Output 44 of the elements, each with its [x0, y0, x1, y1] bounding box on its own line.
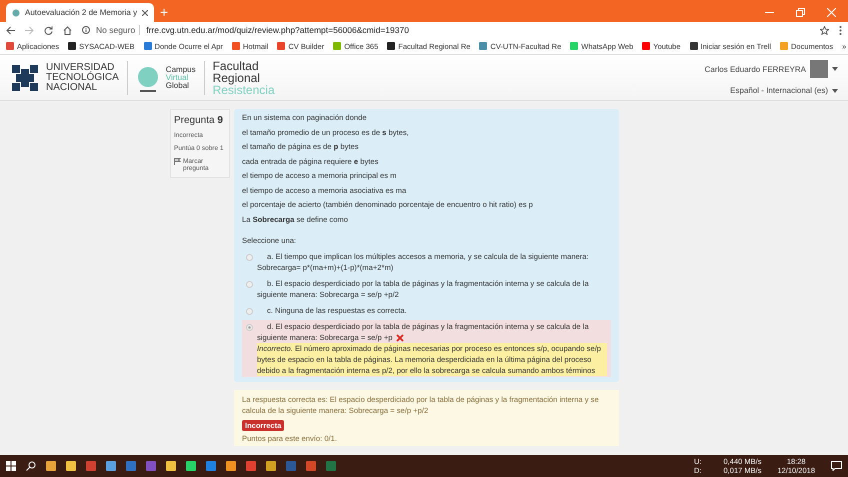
- app-icon[interactable]: [66, 461, 76, 471]
- faculty-logo[interactable]: Facultad Regional Resistencia: [212, 60, 283, 96]
- info-icon: [82, 26, 90, 34]
- campus-logo[interactable]: Campus Virtual Global: [136, 62, 204, 92]
- browser-tab[interactable]: Autoevaluación 2 de Memoria y: [6, 3, 154, 22]
- caret-icon[interactable]: [832, 88, 838, 92]
- menu-icon[interactable]: [839, 26, 842, 34]
- app-icon[interactable]: [126, 461, 136, 471]
- radio-button[interactable]: [246, 324, 253, 331]
- security-label: No seguro: [96, 25, 140, 35]
- app-icon[interactable]: [46, 461, 56, 471]
- language-menu[interactable]: Español - Internacional (es): [730, 86, 828, 95]
- app-icon[interactable]: [186, 461, 196, 471]
- url-text: frre.cvg.utn.edu.ar/mod/quiz/review.php?attempt=56006&cmid=19370: [146, 25, 409, 35]
- close-icon[interactable]: [142, 10, 148, 16]
- app-icon[interactable]: [86, 461, 96, 471]
- reload-icon[interactable]: [44, 26, 53, 34]
- caret-icon[interactable]: [832, 67, 838, 71]
- app-icon[interactable]: [106, 461, 116, 471]
- user-name[interactable]: Carlos Eduardo FERREYRA: [704, 64, 806, 74]
- app-icon[interactable]: [206, 461, 216, 471]
- app-icon[interactable]: [166, 461, 176, 471]
- notification-icon[interactable]: [831, 461, 842, 471]
- forward-icon[interactable]: [25, 26, 34, 34]
- app-icon[interactable]: [246, 461, 256, 471]
- app-icon[interactable]: [286, 461, 296, 471]
- maximize-icon[interactable]: [796, 8, 805, 17]
- flag-icon: [174, 158, 181, 165]
- app-icon[interactable]: [226, 461, 236, 471]
- app-icon[interactable]: [266, 461, 276, 471]
- app-icon[interactable]: [146, 461, 156, 471]
- question-number: Pregunta 9: [174, 115, 224, 126]
- radio-button[interactable]: [246, 281, 253, 288]
- radio-button[interactable]: [246, 254, 253, 261]
- app-icon[interactable]: [326, 461, 336, 471]
- home-icon[interactable]: [63, 26, 72, 34]
- cross-icon: [396, 334, 404, 342]
- start-icon[interactable]: [6, 461, 16, 471]
- radio-button[interactable]: [246, 308, 253, 315]
- search-icon[interactable]: [26, 461, 36, 471]
- back-icon[interactable]: [6, 26, 15, 34]
- university-logo[interactable]: UNIVERSIDAD TECNOLÓGICA NACIONAL: [10, 62, 127, 92]
- app-icon[interactable]: [306, 461, 316, 471]
- star-icon[interactable]: [820, 26, 829, 34]
